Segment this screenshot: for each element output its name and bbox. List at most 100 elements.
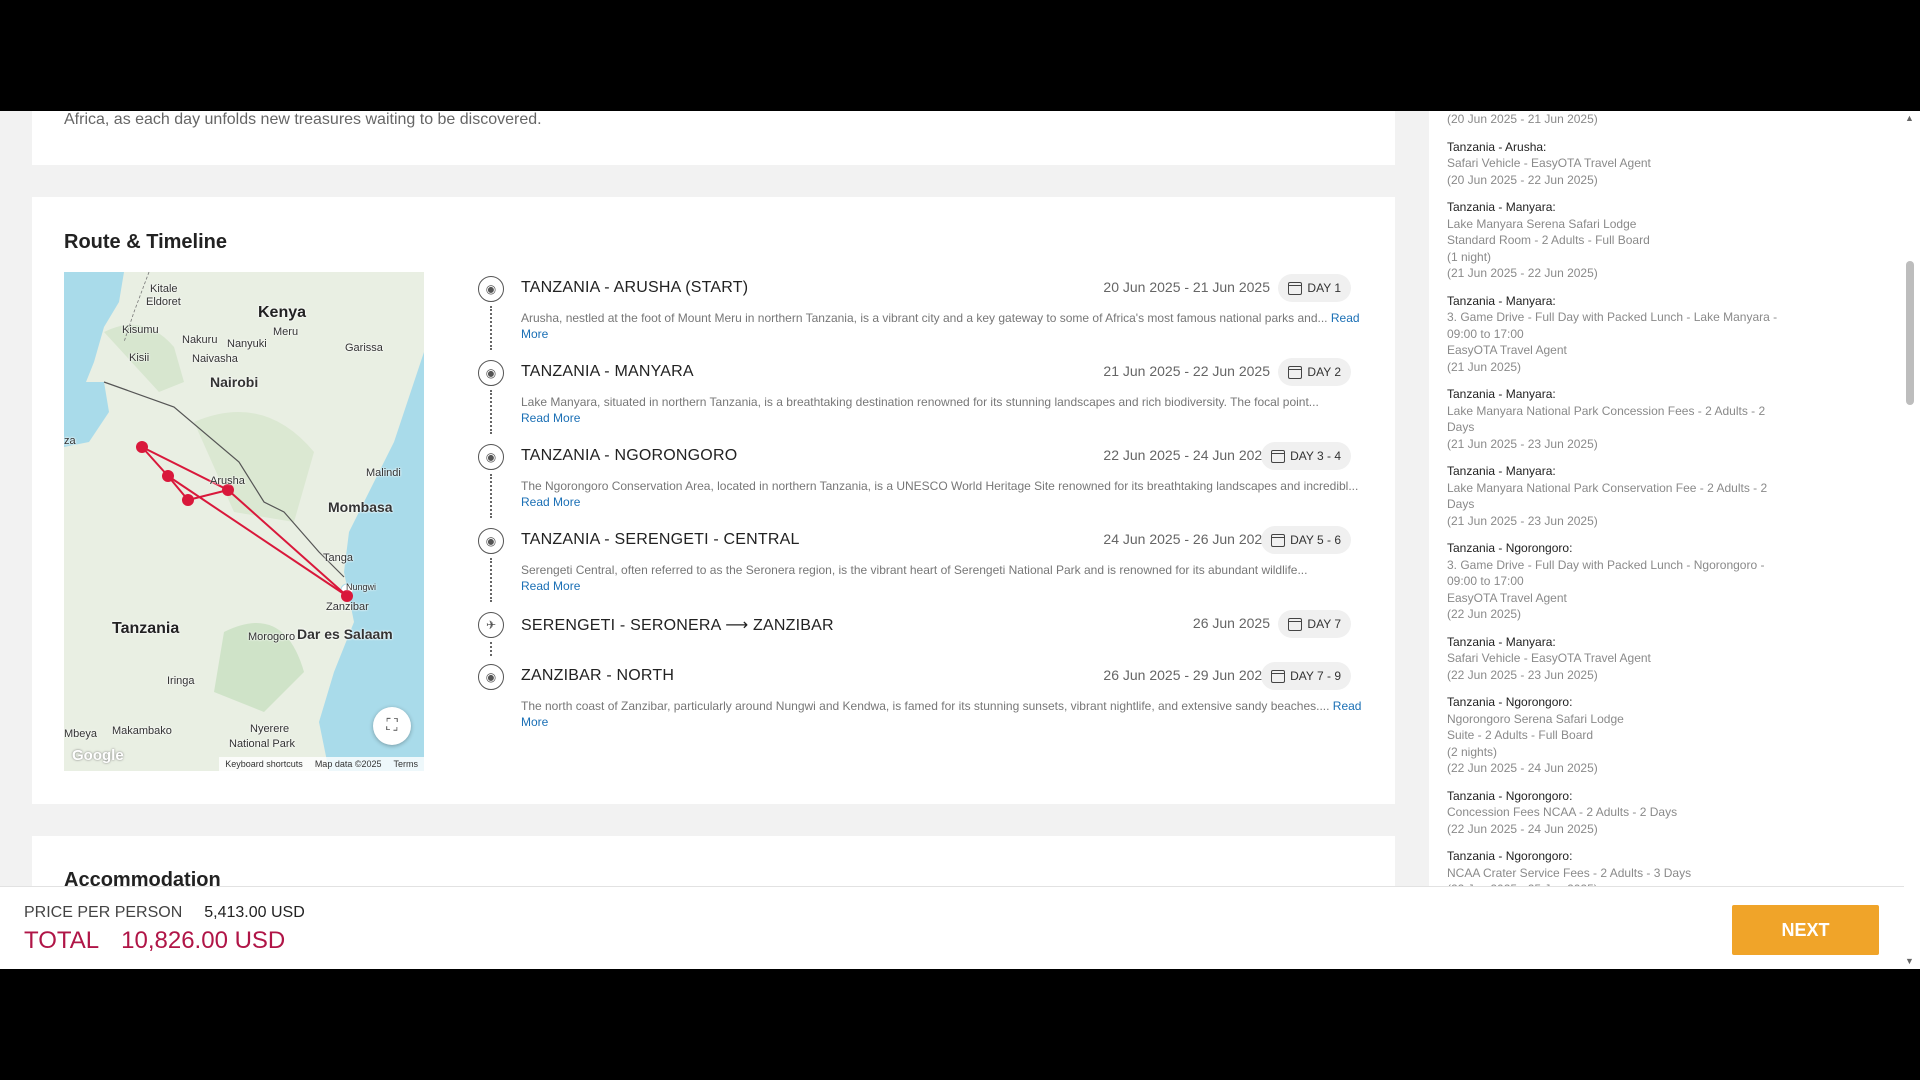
map-data-credit: Map data ©2025 (314, 759, 382, 769)
map-label-nakuru: Nakuru (182, 334, 218, 346)
summary-entry-line: Lake Manyara National Park Conservation … (1447, 480, 1768, 495)
map-label-naivasha: Naivasha (192, 353, 238, 365)
summary-entry-line: Lake Manyara National Park Concession Fe… (1447, 403, 1766, 418)
google-logo: Google (72, 747, 124, 764)
map-label-kitale: Kitale (150, 283, 178, 295)
location-pin-icon: ◉ (478, 360, 504, 386)
summary-entry-line: Days (1447, 420, 1475, 434)
summary-entry-heading: Tanzania - Ngorongoro: (1447, 788, 1573, 803)
timeline-item-date: 20 Jun 2025 - 21 Jun 2025 (1103, 279, 1270, 295)
read-more-link[interactable]: Read More (521, 579, 580, 593)
day-badge: DAY 7 (1278, 610, 1351, 638)
price-per-person: PRICE PER PERSON 5,413.00 USD (24, 904, 305, 922)
summary-entry: Tanzania - Ngorongoro: Concession Fees NC… (1447, 788, 1827, 838)
route-marker-serengeti[interactable] (136, 441, 148, 453)
total-label: TOTAL (24, 927, 100, 954)
calendar-icon (1271, 533, 1286, 547)
summary-entry-line: 09:00 to 17:00 (1447, 574, 1524, 588)
summary-entry-line: Safari Vehicle - EasyOTA Travel Agent (1447, 651, 1651, 665)
map-fullscreen-button[interactable]: ⛶ (373, 707, 411, 745)
day-badge-label: DAY 1 (1307, 281, 1341, 295)
map-label-meru: Meru (273, 326, 299, 338)
summary-entry-line: EasyOTA Travel Agent (1447, 590, 1567, 605)
map-label-nanyuki: Nanyuki (227, 338, 267, 350)
summary-entry: Tanzania - Ngorongoro: 3. Game Drive - Fu… (1447, 540, 1827, 623)
map-label-malindi: Malindi (366, 467, 401, 479)
summary-entry-heading: Tanzania - Arusha: (1447, 139, 1547, 154)
map-label-arusha: Arusha (210, 475, 245, 487)
scrollbar-thumb[interactable] (1906, 261, 1914, 405)
timeline-item-date: 24 Jun 2025 - 26 Jun 2025 (1103, 531, 1270, 547)
timeline-connector (490, 390, 492, 434)
timeline-item-title: TANZANIA - ARUSHA (START) (521, 279, 749, 296)
day-badge-label: DAY 7 (1307, 617, 1341, 631)
page-scrollbar[interactable] (1904, 111, 1920, 969)
map-keyboard-shortcuts-link[interactable]: Keyboard shortcuts (225, 759, 303, 769)
timeline-item-description: Lake Manyara, situated in northern Tanza… (521, 394, 1366, 426)
map-label-kisii: Kisii (129, 352, 150, 364)
summary-entry-heading: Tanzania - Manyara: (1447, 634, 1556, 649)
location-pin-icon: ◉ (478, 276, 504, 302)
timeline-connector (490, 558, 492, 602)
itinerary-summary-sidebar: (20 Jun 2025 - 21 Jun 2025) Tanzania - Ar… (1429, 111, 1904, 886)
transfer-to: ZANZIBAR (753, 617, 834, 634)
summary-entry-line: Standard Room - 2 Adults - Full Board (1447, 233, 1650, 247)
timeline-item-description: The Ngorongoro Conservation Area, locate… (521, 478, 1366, 510)
route-marker-ngorongoro[interactable] (162, 470, 174, 482)
map-label-nungwi: Nungwi (346, 582, 377, 592)
intro-card: Africa, as each day unfolds new treasure… (32, 111, 1395, 165)
price-per-person-label: PRICE PER PERSON (24, 904, 183, 921)
calendar-icon (1271, 449, 1286, 463)
summary-entry-line: (20 Jun 2025 - 22 Jun 2025) (1447, 172, 1598, 187)
summary-entry-line: (21 Jun 2025 - 23 Jun 2025) (1447, 513, 1598, 528)
price-per-person-value: 5,413.00 USD (204, 904, 305, 921)
price-footer: PRICE PER PERSON 5,413.00 USD TOTAL 10,8… (0, 886, 1904, 969)
read-more-link[interactable]: Read More (521, 411, 580, 425)
location-pin-icon: ◉ (478, 444, 504, 470)
summary-entry-line: 3. Game Drive - Full Day with Packed Lun… (1447, 310, 1778, 324)
day-badge-label: DAY 7 - 9 (1290, 669, 1341, 683)
read-more-link[interactable]: Read More (521, 495, 580, 509)
timeline-item-description: Arusha, nestled at the foot of Mount Mer… (521, 310, 1366, 342)
day-badge: DAY 1 (1278, 274, 1351, 302)
summary-entry: Tanzania - Ngorongoro: Ngorongoro Serena … (1447, 694, 1827, 777)
summary-entry-line: Lake Manyara Serena Safari Lodge (1447, 216, 1637, 231)
summary-entry-line: (22 Jun 2025 - 24 Jun 2025) (1447, 761, 1598, 775)
summary-entry-heading: Tanzania - Ngorongoro: (1447, 849, 1573, 863)
summary-entry-line: (2 nights) (1447, 744, 1498, 759)
calendar-icon (1271, 669, 1286, 683)
map-label-iringa: Iringa (167, 675, 195, 687)
summary-entry-line: (20 Jun 2025 - 21 Jun 2025) (1447, 112, 1598, 126)
summary-entry: Tanzania - Manyara: 3. Game Drive - Full … (1447, 293, 1827, 376)
timeline-item-title: TANZANIA - MANYARA (521, 363, 694, 380)
timeline-item-title: TANZANIA - NGORONGORO (521, 447, 738, 464)
map-label-garissa: Garissa (345, 342, 383, 354)
map-label-nairobi: Nairobi (210, 374, 259, 390)
total-price: TOTAL 10,826.00 USD (24, 927, 285, 955)
map-label-dar: Dar es Salaam (297, 626, 393, 642)
summary-entry-heading: Tanzania - Manyara: (1447, 200, 1556, 214)
map-label-kenya: Kenya (258, 304, 307, 321)
map-terms-link[interactable]: Terms (394, 759, 419, 769)
day-badge: DAY 7 - 9 (1261, 662, 1351, 690)
scroll-down-icon[interactable]: ▼ (1905, 956, 1914, 966)
timeline-item-date: 21 Jun 2025 - 22 Jun 2025 (1103, 363, 1270, 379)
route-marker-manyara[interactable] (182, 494, 194, 506)
scroll-up-icon[interactable]: ▲ (1905, 113, 1914, 123)
summary-entry-line: (22 Jun 2025 - 24 Jun 2025) (1447, 821, 1598, 836)
next-button[interactable]: NEXT (1732, 905, 1879, 955)
summary-entry-heading: Tanzania - Manyara: (1447, 293, 1556, 308)
calendar-icon (1288, 365, 1303, 379)
route-timeline-title: Route & Timeline (64, 231, 227, 253)
summary-entry-line: Ngorongoro Serena Safari Lodge (1447, 711, 1624, 726)
day-badge-label: DAY 5 - 6 (1290, 533, 1341, 547)
summary-entry: Tanzania - Manyara: Lake Manyara Serena S… (1447, 199, 1827, 282)
route-map[interactable]: Kenya Tanzania Nairobi Mombasa Dar es Sa… (64, 272, 424, 771)
timeline-item-title: SERENGETI - SERONERA ⟶ ZANZIBAR (521, 615, 834, 635)
summary-entry-line: Safari Vehicle - EasyOTA Travel Agent (1447, 156, 1651, 170)
timeline-connector (490, 474, 492, 518)
location-pin-icon: ◉ (478, 528, 504, 554)
summary-entry-line: (1 night) (1447, 249, 1492, 264)
arrow-right-icon: ⟶ (725, 617, 749, 634)
summary-entry: Tanzania - Manyara: Safari Vehicle - Easy… (1447, 634, 1827, 684)
